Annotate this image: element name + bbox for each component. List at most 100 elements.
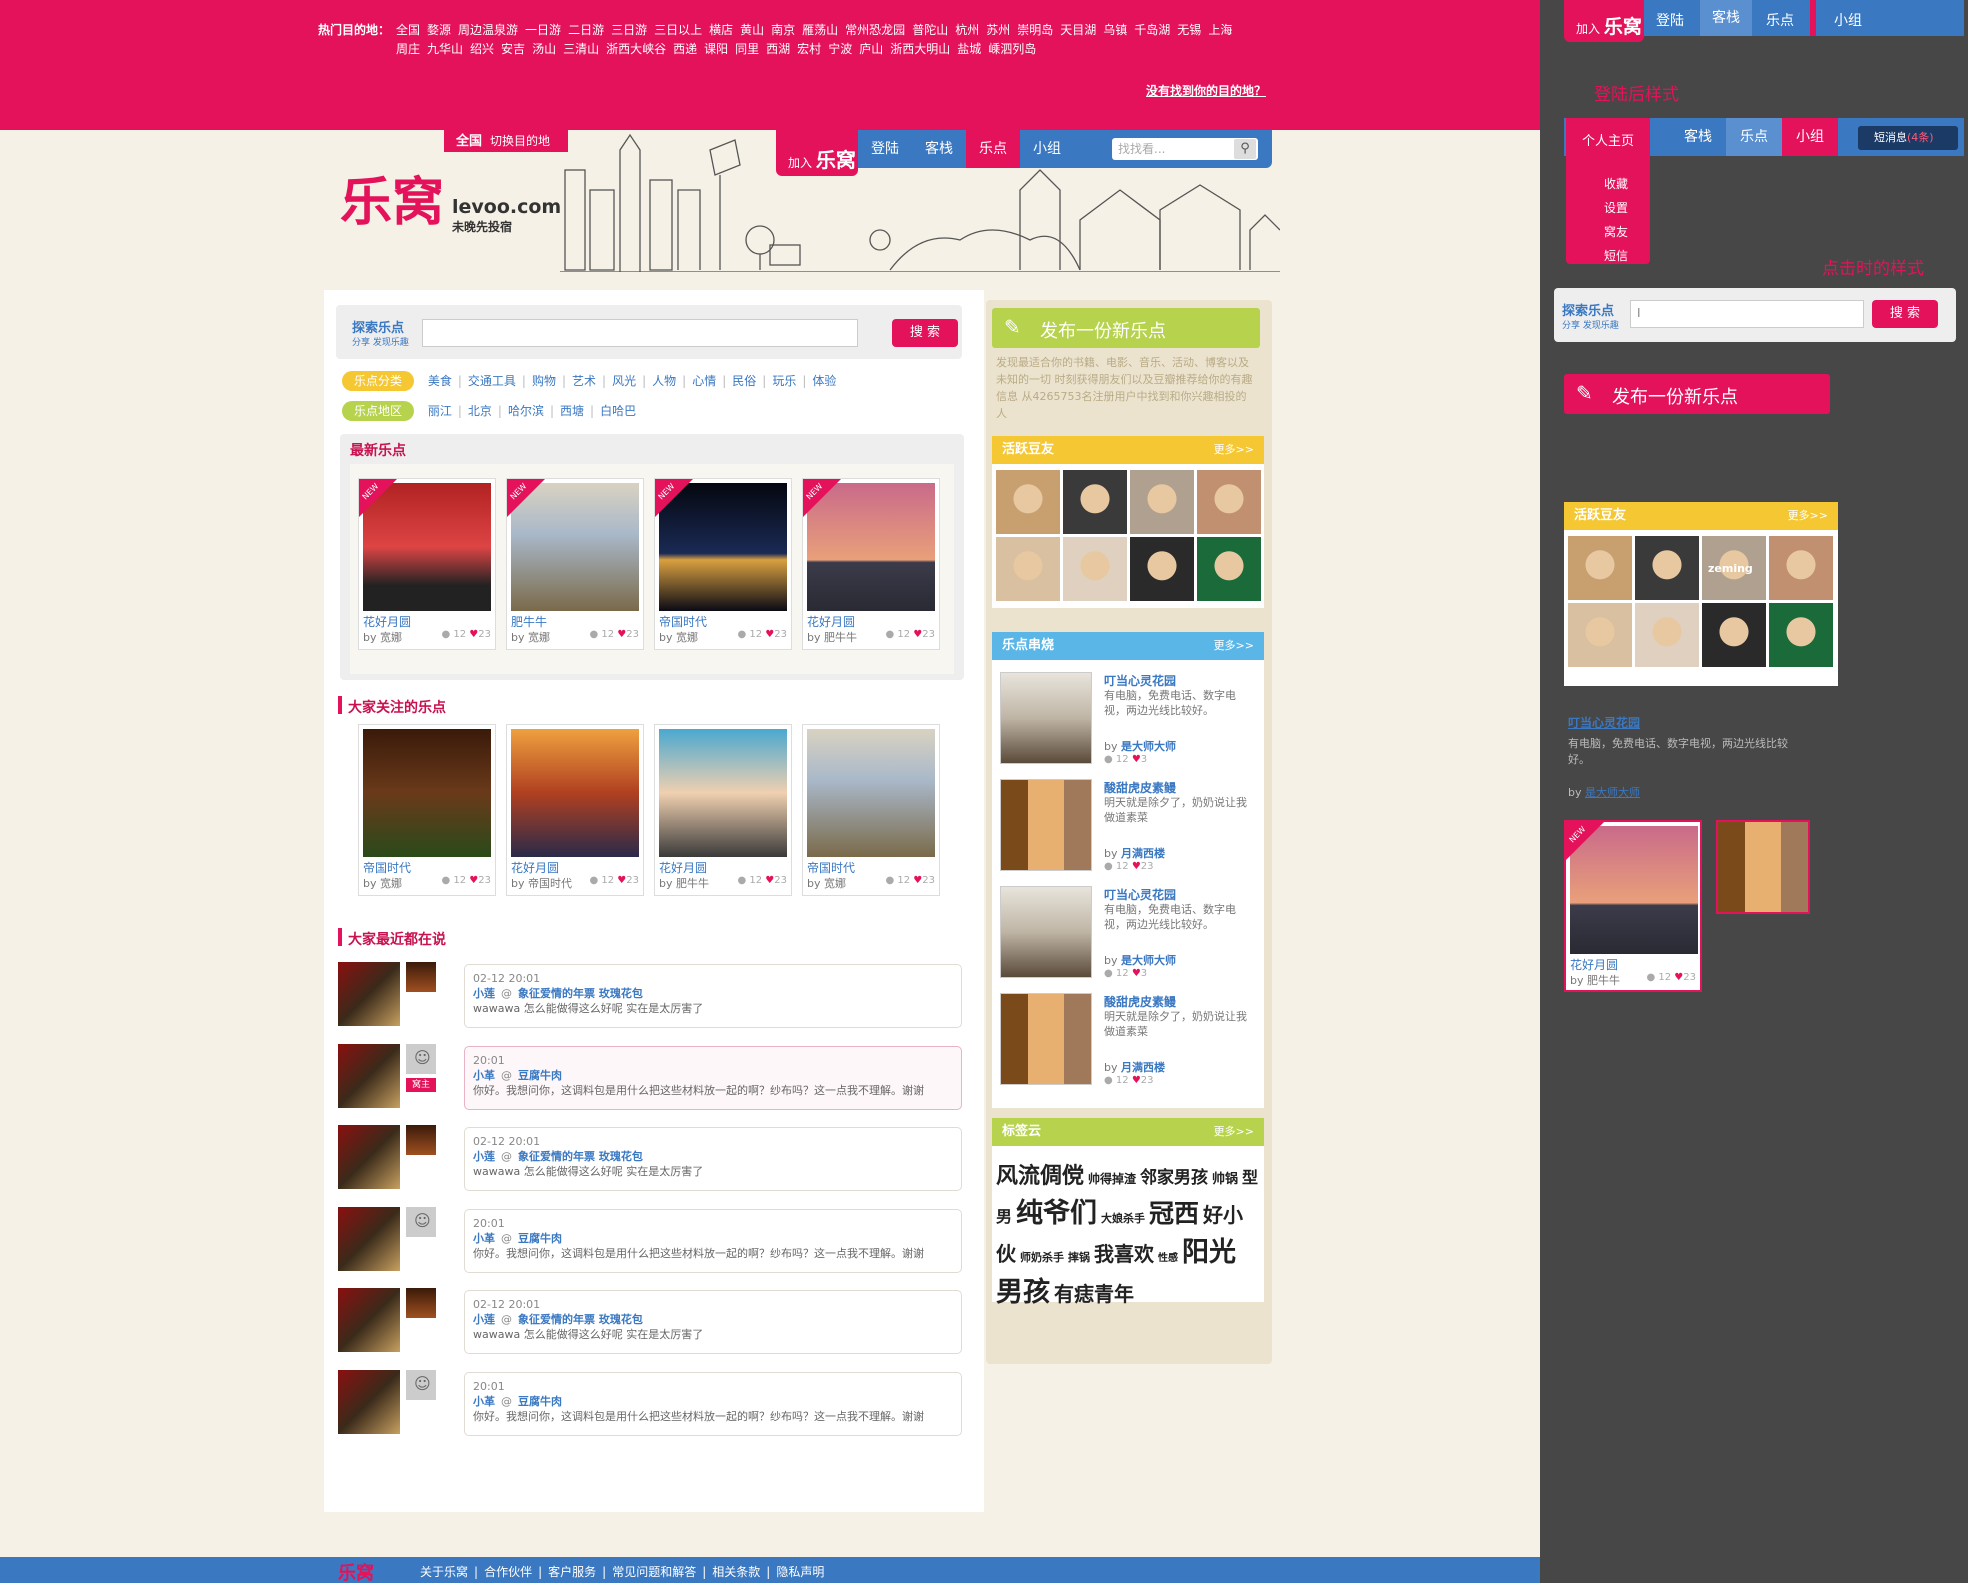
side-search-button-pressed[interactable]: 搜 索 — [1872, 300, 1938, 328]
avatar[interactable]: ☺ — [406, 1370, 436, 1400]
hotpoint-author[interactable]: 月满西楼 — [1121, 847, 1165, 860]
category-tag-link[interactable]: 美食 — [428, 371, 452, 391]
focus-photo-title[interactable]: 帝国时代 — [363, 859, 411, 876]
category-tag-link[interactable]: 艺术 — [572, 371, 596, 391]
active-user-avatar[interactable] — [1130, 470, 1194, 534]
hot-destination-link[interactable]: 一日游 — [525, 21, 561, 40]
hot-destination-link[interactable]: 婺源 — [427, 21, 451, 40]
side-active-user-avatar[interactable] — [1769, 536, 1833, 600]
hotpoint-author[interactable]: 是大师大师 — [1121, 740, 1176, 753]
tag-cloud-item[interactable]: 邻家男孩 — [1140, 1168, 1208, 1188]
hot-destination-link[interactable]: 三清山 — [563, 40, 599, 59]
talk-target[interactable]: 豆腐牛肉 — [518, 1395, 562, 1408]
side-active-user-avatar[interactable] — [1568, 603, 1632, 667]
focus-photo-card[interactable]: 花好月圆 by 肥牛牛 ● 12 ♥23 — [654, 724, 792, 896]
talk-target[interactable]: 豆腐牛肉 — [518, 1232, 562, 1245]
side-active-user-avatar[interactable] — [1568, 536, 1632, 600]
talk-target[interactable]: 象征爱情的年票 玫瑰花包 — [518, 1150, 643, 1163]
active-user-avatar[interactable] — [1063, 537, 1127, 601]
hot-destination-link[interactable]: 天目湖 — [1060, 21, 1096, 40]
talk-author[interactable]: 小莲 — [473, 1313, 495, 1326]
hot-destination-link[interactable]: 普陀山 — [912, 21, 948, 40]
talk-image[interactable] — [338, 1288, 400, 1353]
personal-dropdown-item[interactable]: 短信 — [1604, 244, 1628, 268]
category-tag-link[interactable]: 人物 — [652, 371, 676, 391]
focus-photo-card[interactable]: 帝国时代 by 宽娜 ● 12 ♥23 — [802, 724, 940, 896]
hotpoint-image[interactable] — [1000, 672, 1092, 764]
focus-photo-title[interactable]: 花好月圆 — [659, 859, 707, 876]
personal-dropdown-item[interactable]: 窝友 — [1604, 220, 1628, 244]
side-photo-card-hover[interactable]: NEW 花好月圆 by 肥牛牛 ● 12 ♥23 — [1564, 820, 1702, 992]
talk-target[interactable]: 象征爱情的年票 玫瑰花包 — [518, 1313, 643, 1326]
nav-groups[interactable]: 小组 — [1020, 130, 1074, 168]
hotpoint-title[interactable]: 叮当心灵花园 — [1104, 886, 1176, 903]
side-search-input[interactable]: I — [1630, 300, 1864, 328]
category-tag-link[interactable]: 玩乐 — [772, 371, 796, 391]
talk-author[interactable]: 小革 — [473, 1395, 495, 1408]
hot-destination-link[interactable]: 宁波 — [828, 40, 852, 59]
latest-photo-title[interactable]: 肥牛牛 — [511, 613, 547, 630]
destination-not-found-link[interactable]: 没有找到你的目的地？ — [1146, 82, 1266, 99]
footer-link[interactable]: 相关条款 — [712, 1565, 760, 1579]
publish-button[interactable]: ✎ 发布一份新乐点 — [992, 308, 1260, 348]
site-logo[interactable]: 乐窝 — [340, 160, 444, 235]
hotpoint-image[interactable] — [1000, 886, 1092, 978]
active-user-avatar[interactable] — [1063, 470, 1127, 534]
hover-author-link[interactable]: 是大师大师 — [1585, 786, 1640, 799]
category-tag-link[interactable]: 购物 — [532, 371, 556, 391]
area-tag-link[interactable]: 北京 — [468, 401, 492, 421]
hotpoints-more-link[interactable]: 更多>> — [1214, 632, 1254, 660]
tagcloud-more-link[interactable]: 更多>> — [1214, 1118, 1254, 1146]
category-tag-link[interactable]: 民俗 — [732, 371, 756, 391]
tag-cloud-item[interactable]: 冠西 — [1149, 1199, 1199, 1228]
side-thumb-hover[interactable] — [1716, 820, 1810, 914]
personal-dropdown-item[interactable]: 设置 — [1604, 196, 1628, 220]
hot-destination-link[interactable]: 课阳 — [704, 40, 728, 59]
latest-photo-title[interactable]: 花好月圆 — [363, 613, 411, 630]
side-active-user-avatar[interactable] — [1635, 536, 1699, 600]
hot-destination-link[interactable]: 杭州 — [955, 21, 979, 40]
category-tag-link[interactable]: 交通工具 — [468, 371, 516, 391]
focus-photo-title[interactable]: 花好月圆 — [511, 859, 559, 876]
avatar[interactable] — [406, 962, 436, 992]
active-user-avatar[interactable] — [1197, 470, 1261, 534]
area-tag-link[interactable]: 哈尔滨 — [508, 401, 544, 421]
hotpoint-author[interactable]: 是大师大师 — [1121, 954, 1176, 967]
talk-target[interactable]: 象征爱情的年票 玫瑰花包 — [518, 987, 643, 1000]
hot-destination-link[interactable]: 周庄 — [396, 40, 420, 59]
tag-cloud-item[interactable]: 风流倜傥 — [996, 1164, 1084, 1189]
avatar[interactable] — [406, 1125, 436, 1156]
active-more-link[interactable]: 更多>> — [1214, 436, 1254, 464]
footer-link[interactable]: 客户服务 — [548, 1565, 596, 1579]
talk-author[interactable]: 小革 — [473, 1232, 495, 1245]
hot-destination-link[interactable]: 浙西大明山 — [890, 40, 950, 59]
latest-photo-card[interactable]: NEW 花好月圆 by 宽娜 ● 12 ♥23 — [358, 478, 496, 650]
side-publish-button-hover[interactable]: ✎ 发布一份新乐点 — [1564, 374, 1830, 414]
latest-photo-title[interactable]: 花好月圆 — [807, 613, 855, 630]
side-active-user-avatar[interactable] — [1635, 603, 1699, 667]
hotpoint-title[interactable]: 酸甜虎皮素鳗 — [1104, 779, 1176, 796]
nav-search-input[interactable]: 找找看... ⚲ — [1112, 138, 1258, 160]
hot-destination-link[interactable]: 九华山 — [427, 40, 463, 59]
hot-destination-link[interactable]: 乌镇 — [1103, 21, 1127, 40]
active-user-avatar[interactable] — [996, 470, 1060, 534]
nav-points[interactable]: 乐点 — [966, 130, 1020, 168]
personal-dropdown-item[interactable]: 收藏 — [1604, 172, 1628, 196]
latest-photo-card[interactable]: NEW 帝国时代 by 宽娜 ● 12 ♥23 — [654, 478, 792, 650]
hot-destination-link[interactable]: 宏村 — [797, 40, 821, 59]
hot-destination-link[interactable]: 西递 — [673, 40, 697, 59]
side-nav-groups[interactable]: 小组 — [1834, 10, 1862, 30]
hot-destination-link[interactable]: 嵊泗列岛 — [988, 40, 1036, 59]
talk-image[interactable] — [338, 962, 400, 1026]
hotpoint-title[interactable]: 酸甜虎皮素鳗 — [1104, 993, 1176, 1010]
explore-search-input[interactable] — [422, 319, 858, 347]
hot-destination-link[interactable]: 三日游 — [611, 21, 647, 40]
tag-cloud-item[interactable]: 纯爷们 — [1016, 1198, 1097, 1229]
side-active-user-avatar[interactable] — [1769, 603, 1833, 667]
side-menu-inn[interactable]: 客栈 — [1670, 118, 1726, 156]
hot-destination-link[interactable]: 全国 — [396, 21, 420, 40]
hot-destination-link[interactable]: 盐城 — [957, 40, 981, 59]
hot-destination-link[interactable]: 周边温泉游 — [458, 21, 518, 40]
footer-link[interactable]: 隐私声明 — [776, 1565, 824, 1579]
side-photo-title[interactable]: 花好月圆 — [1570, 956, 1618, 973]
